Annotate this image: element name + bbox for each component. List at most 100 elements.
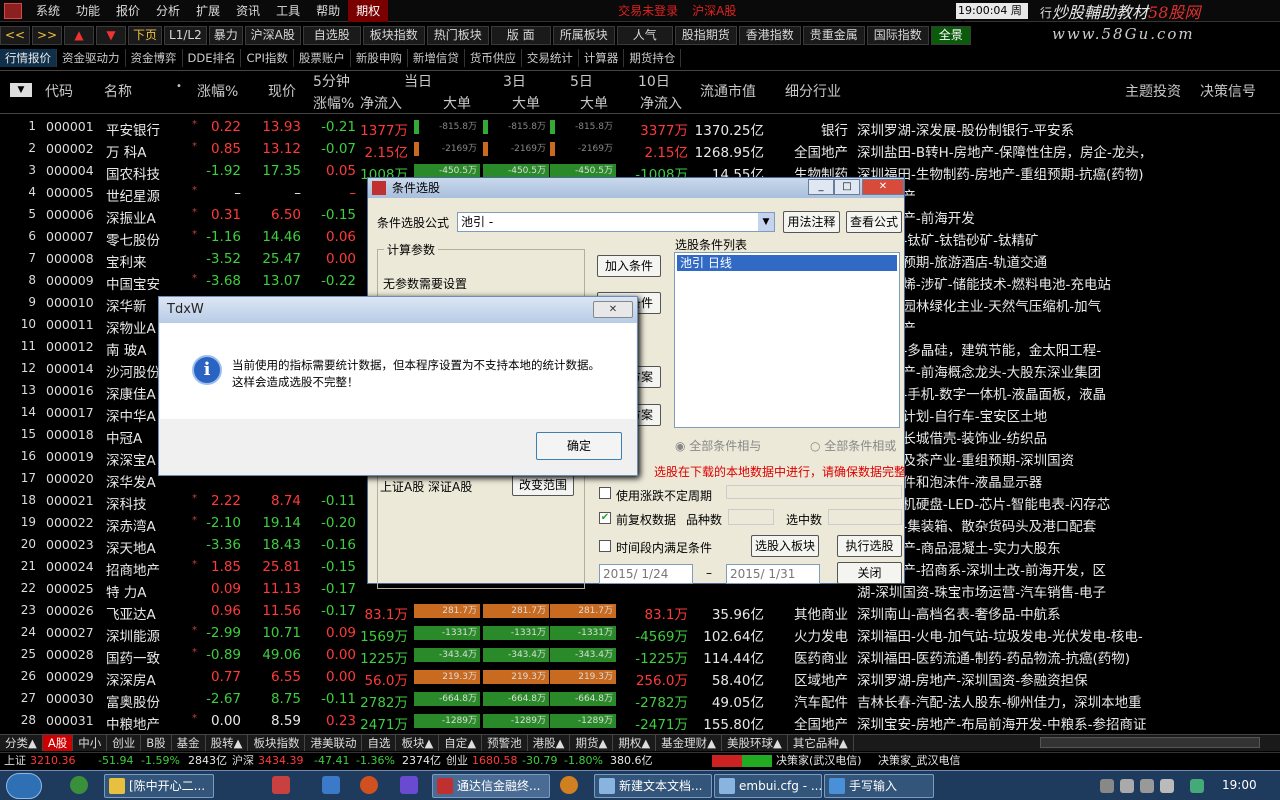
tab-quote[interactable]: 行情报价 bbox=[0, 49, 57, 67]
chevron-down-icon[interactable]: ▼ bbox=[758, 213, 774, 231]
status-cy-label[interactable]: 创业 bbox=[446, 753, 468, 769]
category-tab[interactable]: 分类▲ bbox=[0, 735, 43, 751]
col-market-cap[interactable]: 流通市值 bbox=[700, 81, 756, 101]
menu-help[interactable]: 帮助 bbox=[308, 0, 348, 22]
col-today[interactable]: 当日 bbox=[404, 71, 432, 91]
down-button[interactable]: ▼ bbox=[96, 25, 126, 45]
condition-list[interactable]: 池引 日线 bbox=[674, 252, 900, 428]
category-tab[interactable]: 自定▲ bbox=[439, 735, 483, 751]
col-signal[interactable]: 决策信号 bbox=[1200, 81, 1256, 101]
dialog-titlebar[interactable]: 条件选股 _ □ ✕ bbox=[368, 178, 904, 198]
change-range-button[interactable]: 改变范围 bbox=[512, 474, 574, 496]
col-big-order-3[interactable]: 大单 bbox=[512, 93, 540, 113]
browser-icon[interactable] bbox=[70, 776, 88, 794]
app-icon-5[interactable] bbox=[560, 776, 578, 794]
hk-index-button[interactable]: 香港指数 bbox=[738, 25, 801, 45]
l1-l2-button[interactable]: L1/L2 bbox=[164, 25, 207, 45]
category-tab[interactable]: 基金 bbox=[172, 735, 206, 751]
app-icon-1[interactable] bbox=[272, 776, 290, 794]
forward-button[interactable]: >> bbox=[32, 25, 62, 45]
col-big-order-5[interactable]: 大单 bbox=[580, 93, 608, 113]
option-period-checkbox[interactable] bbox=[599, 487, 611, 499]
category-tab[interactable]: 基金理财▲ bbox=[656, 735, 723, 751]
category-tab[interactable]: A股 bbox=[42, 735, 74, 751]
start-button-icon[interactable] bbox=[6, 773, 42, 799]
run-selection-button[interactable]: 执行选股 bbox=[837, 535, 902, 557]
category-tab[interactable]: 股转▲ bbox=[206, 735, 249, 751]
app-logo-icon[interactable] bbox=[4, 2, 22, 19]
msgbox-titlebar[interactable]: TdxW ✕ bbox=[159, 297, 637, 323]
table-row[interactable]: 28 000031 中粮地产 * 0.00 8.59 0.23 2471万 -2471万 155.… bbox=[0, 710, 1190, 733]
formula-select[interactable]: 池引 - ▼ bbox=[457, 212, 775, 232]
table-row[interactable]: 2 000002 万 科A * 0.85 13.12 -0.07 2.15亿 2.15亿 1268… bbox=[0, 138, 1190, 161]
status-sz-label[interactable]: 沪深 bbox=[232, 753, 254, 769]
category-tab[interactable]: 预警池 bbox=[482, 735, 528, 751]
taskbar-item-notepad[interactable]: 新建文本文档... bbox=[594, 774, 712, 798]
close-button[interactable]: 关闭 bbox=[837, 562, 902, 584]
table-row[interactable]: 25 000028 国药一致 * -0.89 49.06 0.00 1225万 -1225万 11… bbox=[0, 644, 1190, 667]
col-10day[interactable]: 10日 bbox=[638, 71, 670, 91]
col-3day[interactable]: 3日 bbox=[503, 71, 526, 91]
radio-all-and[interactable]: ◉ 全部条件相与 bbox=[675, 437, 761, 454]
panorama-button[interactable]: 全景 bbox=[930, 25, 971, 45]
watchlist-button[interactable]: 自选股 bbox=[302, 25, 361, 45]
tab-dde[interactable]: DDE排名 bbox=[183, 49, 242, 67]
category-tab[interactable]: 港股▲ bbox=[528, 735, 571, 751]
sector-index-button[interactable]: 板块指数 bbox=[362, 25, 425, 45]
date-from-input[interactable]: 2015/ 1/24 bbox=[599, 564, 693, 584]
tray-icon-1[interactable] bbox=[1100, 779, 1114, 793]
category-tab[interactable]: 期货▲ bbox=[570, 735, 614, 751]
option-timerange-checkbox[interactable] bbox=[599, 540, 611, 552]
menu-system[interactable]: 系统 bbox=[28, 0, 68, 22]
app-icon-4[interactable] bbox=[400, 776, 418, 794]
ok-button[interactable]: 确定 bbox=[536, 432, 622, 460]
category-tab[interactable]: 期权▲ bbox=[613, 735, 657, 751]
table-row[interactable]: 26 000029 深深房A 0.77 6.55 0.00 56.0万 256.0万 58.40… bbox=[0, 666, 1190, 689]
menu-tools[interactable]: 工具 bbox=[268, 0, 308, 22]
maximize-icon[interactable]: □ bbox=[834, 179, 860, 195]
condition-list-item[interactable]: 池引 日线 bbox=[677, 255, 897, 271]
tray-icon-2[interactable] bbox=[1120, 779, 1134, 793]
col-name[interactable]: 名称 bbox=[104, 81, 132, 101]
owned-sector-button[interactable]: 所属板块 bbox=[552, 25, 615, 45]
menu-analysis[interactable]: 分析 bbox=[148, 0, 188, 22]
rewind-button[interactable]: << bbox=[0, 25, 30, 45]
table-row[interactable]: 1 000001 平安银行 * 0.22 13.93 -0.21 1377万 3377万 1370… bbox=[0, 116, 1190, 139]
close-icon[interactable]: ✕ bbox=[862, 179, 904, 195]
menu-news[interactable]: 资讯 bbox=[228, 0, 268, 22]
tab-money-supply[interactable]: 货币供应 bbox=[465, 49, 522, 67]
network-icon[interactable] bbox=[1140, 779, 1154, 793]
next-page-button[interactable]: 下页 bbox=[128, 25, 163, 45]
layout-button[interactable]: 版 面 bbox=[490, 25, 551, 45]
table-row[interactable]: 24 000027 深圳能源 * -2.99 10.71 0.09 1569万 -4569万 10… bbox=[0, 622, 1190, 645]
col-5min-a[interactable]: 5分钟 bbox=[313, 71, 350, 91]
table-row[interactable]: 23 000026 飞亚达A 0.96 11.56 -0.17 83.1万 83.1万 35.9… bbox=[0, 600, 1190, 623]
login-status[interactable]: 交易未登录 bbox=[618, 2, 678, 19]
category-tab[interactable]: 自选 bbox=[362, 735, 397, 751]
app-icon-3[interactable] bbox=[360, 776, 378, 794]
col-topic[interactable]: 主题投资 bbox=[1125, 81, 1181, 101]
menu-extra[interactable]: 行 bbox=[1040, 4, 1052, 21]
view-formula-button[interactable]: 查看公式 bbox=[846, 211, 902, 233]
category-tab[interactable]: B股 bbox=[141, 735, 172, 751]
tab-fund-game[interactable]: 资金博弈 bbox=[126, 49, 183, 67]
menu-quote[interactable]: 报价 bbox=[108, 0, 148, 22]
usage-button[interactable]: 用法注释 bbox=[783, 211, 840, 233]
col-big-order[interactable]: 大单 bbox=[443, 93, 471, 113]
category-tab[interactable]: 中小 bbox=[73, 735, 108, 751]
category-tab[interactable]: 其它品种▲ bbox=[788, 735, 854, 751]
taskbar-item-folder[interactable]: [陈中开心二... bbox=[104, 774, 214, 798]
col-net-inflow-10[interactable]: 净流入 bbox=[640, 93, 682, 113]
category-tab[interactable]: 港美联动 bbox=[305, 735, 363, 751]
volume-icon[interactable] bbox=[1160, 779, 1174, 793]
category-tab[interactable]: 板块▲ bbox=[396, 735, 440, 751]
tab-calculator[interactable]: 计算器 bbox=[579, 49, 625, 67]
add-to-block-button[interactable]: 选股入板块 bbox=[751, 535, 819, 557]
tab-ipo[interactable]: 新股申购 bbox=[351, 49, 408, 67]
radio-all-or[interactable]: ○ 全部条件相或 bbox=[810, 437, 896, 454]
col-code[interactable]: 代码 bbox=[45, 81, 73, 101]
taskbar-item-cfg[interactable]: embui.cfg - ... bbox=[714, 774, 822, 798]
col-5day[interactable]: 5日 bbox=[570, 71, 593, 91]
taskbar-item-tdx[interactable]: 通达信金融终... bbox=[432, 774, 550, 798]
hot-sector-button[interactable]: 热门板块 bbox=[426, 25, 489, 45]
